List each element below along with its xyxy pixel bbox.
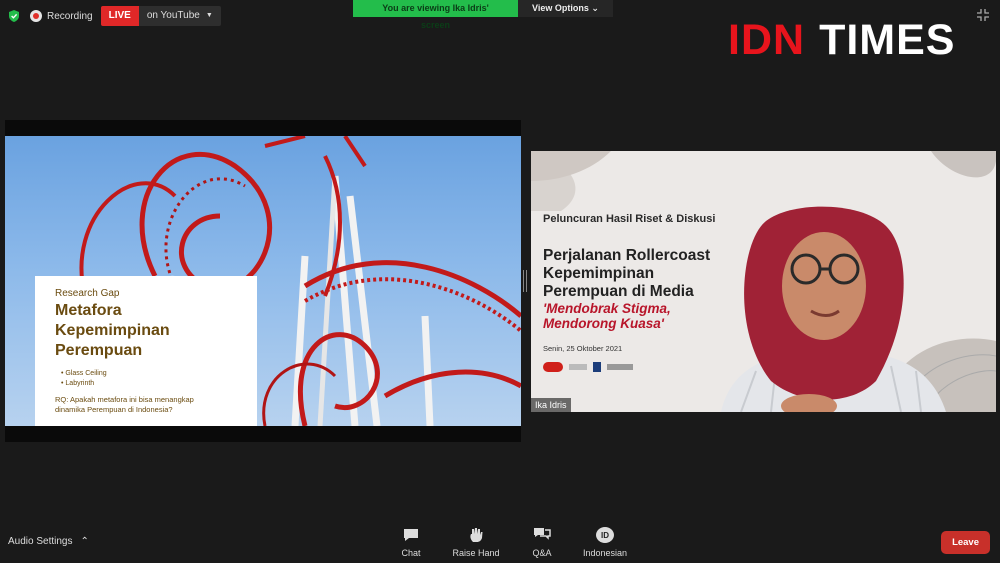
language-button[interactable]: ID Indonesian (575, 527, 635, 558)
slide-bullet: Labyrinth (61, 379, 239, 389)
record-icon (30, 10, 42, 22)
caret-down-icon: ▼ (205, 12, 213, 19)
chat-label: Chat (401, 548, 421, 558)
meeting-status-bar: Recording LIVE on YouTube ▼ (6, 6, 221, 26)
slide-bullet-list: Glass Ceiling Labyrinth (61, 369, 239, 389)
slide-rq-line2: dinamika Perempuan di Indonesia? (55, 405, 173, 414)
chevron-down-icon: ⌄ (591, 3, 599, 13)
screen-share-banner: You are viewing Ika Idris' screen View O… (353, 0, 613, 30)
qa-button[interactable]: Q&A (512, 527, 572, 558)
research-gap-card: Research Gap Metafora Kepemimpinan Perem… (35, 276, 257, 426)
qa-label: Q&A (532, 548, 552, 558)
slide-title-line1: Metafora (55, 302, 122, 319)
participant-person (721, 206, 946, 412)
raise-hand-label: Raise Hand (452, 548, 500, 558)
sponsor-logo (593, 362, 601, 372)
logo-idn: IDN (728, 16, 806, 64)
slide-subtitle: Research Gap (55, 288, 120, 299)
bg-tagline-line1: 'Mendobrak Stigma, (543, 301, 671, 316)
recording-label: Recording (47, 10, 93, 22)
viewing-screen-notice: You are viewing Ika Idris' screen (353, 0, 518, 30)
bg-tagline-line2: Mendorong Kuasa' (543, 316, 664, 331)
recording-indicator[interactable]: Recording (30, 10, 93, 22)
slide-rq-line1: RQ: Apakah metafora ini bisa menangkap (55, 395, 194, 404)
slide-title-line3: Perempuan (55, 342, 143, 359)
split-view-handle[interactable] (523, 270, 527, 292)
slide-title-line2: Kepemimpinan (55, 322, 170, 339)
view-options-label: View Options (532, 3, 589, 13)
qa-icon (534, 528, 551, 540)
stream-target-label: on YouTube (146, 10, 200, 21)
participant-video[interactable]: Peluncuran Hasil Riset & Diskusi Perjala… (531, 151, 996, 412)
idn-times-logo: IDN TIMES (728, 16, 955, 65)
sponsor-logo (569, 364, 587, 370)
audio-settings-label: Audio Settings (8, 536, 73, 547)
view-options-button[interactable]: View Options ⌄ (518, 0, 613, 17)
presentation-slide: Research Gap Metafora Kepemimpinan Perem… (5, 136, 521, 426)
shared-screen: Research Gap Metafora Kepemimpinan Perem… (5, 120, 521, 442)
participant-name-tag: Ika Idris (531, 398, 571, 412)
stream-target-dropdown[interactable]: on YouTube ▼ (138, 6, 221, 26)
slide-bullet: Glass Ceiling (61, 369, 239, 379)
sponsor-logo (543, 362, 563, 372)
live-label: LIVE (100, 6, 139, 26)
hand-icon (470, 528, 483, 542)
raise-hand-button[interactable]: Raise Hand (446, 527, 506, 558)
sponsor-logo (607, 364, 633, 370)
language-label: Indonesian (582, 548, 628, 558)
shield-icon[interactable] (6, 8, 22, 24)
bg-date: Senin, 25 Oktober 2021 (543, 344, 623, 353)
logo-times: TIMES (819, 16, 956, 64)
exit-fullscreen-icon[interactable] (976, 8, 990, 22)
audio-settings-button[interactable]: Audio Settings ⌃ (8, 536, 89, 547)
chat-bubble-icon (404, 529, 418, 541)
live-stream-badge[interactable]: LIVE on YouTube ▼ (100, 6, 221, 26)
bg-tagline: 'Mendobrak Stigma, Mendorong Kuasa' (543, 301, 671, 331)
sponsor-logos (543, 362, 633, 372)
leave-button[interactable]: Leave (941, 531, 990, 554)
language-badge-icon: ID (596, 527, 614, 543)
chat-button[interactable]: Chat (381, 527, 441, 558)
language-badge-text: ID (601, 530, 609, 540)
chevron-up-icon: ⌃ (80, 536, 89, 547)
